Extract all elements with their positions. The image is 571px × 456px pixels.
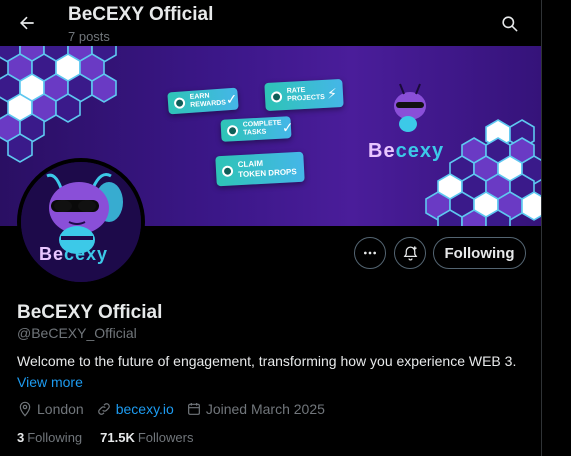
bolt-icon: ⚡ xyxy=(326,85,338,102)
brand-be: Be xyxy=(39,244,65,264)
banner-chip-claim: CLAIM TOKEN DROPS xyxy=(215,151,305,187)
location-icon xyxy=(19,401,31,417)
banner-brand-logo: Becexy xyxy=(368,140,444,163)
bee-mascot xyxy=(394,83,426,132)
coin-icon xyxy=(173,96,186,109)
joined-item: Joined March 2025 xyxy=(186,401,325,417)
following-count: 3 xyxy=(17,430,25,445)
joined-text: Joined March 2025 xyxy=(205,401,325,417)
chip-line: TOKEN DROPS xyxy=(238,167,297,180)
brand-rest: cexy xyxy=(64,244,109,264)
banner-chip-rate: RATE PROJECTS ⚡ xyxy=(264,78,344,112)
check-icon: ✓ xyxy=(281,119,294,136)
back-arrow-icon xyxy=(20,16,34,30)
website-link[interactable]: becexy.io xyxy=(116,401,174,417)
notify-bell-icon xyxy=(403,245,417,260)
banner-chip-complete: COMPLETE TASKS ✓ xyxy=(220,116,294,142)
notifications-button[interactable] xyxy=(394,237,426,269)
star-icon xyxy=(270,90,283,103)
profile-bio: Welcome to the future of engagement, tra… xyxy=(17,353,517,369)
more-icon xyxy=(364,251,376,255)
calendar-icon xyxy=(187,403,200,415)
check-icon: ✓ xyxy=(225,90,238,108)
search-icon xyxy=(501,15,517,31)
column-divider xyxy=(541,0,542,456)
profile-meta: London becexy.io Joined March 2025 xyxy=(17,401,337,417)
chip-line: PROJECTS xyxy=(287,93,326,103)
post-count: 7 posts xyxy=(68,29,110,44)
followers-count: 71.5K xyxy=(100,430,135,445)
location-text: London xyxy=(37,401,84,417)
avatar-brand-logo: Becexy xyxy=(39,244,108,265)
task-icon xyxy=(226,124,239,137)
following-label: Following xyxy=(27,430,83,445)
header-title-block: BeCEXY Official 7 posts xyxy=(68,4,213,46)
brand-rest: cexy xyxy=(395,140,445,162)
header-title: BeCEXY Official xyxy=(68,4,214,25)
search-button[interactable] xyxy=(492,6,526,40)
chip-line: REWARDS xyxy=(190,99,227,109)
profile-header: BeCEXY Official 7 posts xyxy=(0,0,541,46)
more-options-button[interactable] xyxy=(354,237,386,269)
back-button[interactable] xyxy=(10,6,44,40)
chip-line: TASKS xyxy=(243,128,267,137)
brand-be: Be xyxy=(368,140,396,162)
followers-stat[interactable]: 71.5K Followers xyxy=(100,430,193,445)
follow-stats: 3 Following 71.5K Followers xyxy=(17,430,211,445)
link-icon xyxy=(97,403,110,415)
profile-name: BeCEXY Official xyxy=(17,302,163,323)
website-item[interactable]: becexy.io xyxy=(96,401,174,417)
view-more-link[interactable]: View more xyxy=(17,374,83,390)
following-stat[interactable]: 3 Following xyxy=(17,430,82,445)
profile-avatar[interactable]: Becexy xyxy=(17,158,145,286)
followers-label: Followers xyxy=(137,430,194,445)
location-item: London xyxy=(17,401,84,417)
profile-handle: @BeCEXY_Official xyxy=(17,325,137,341)
following-button[interactable]: Following xyxy=(433,237,526,269)
token-icon xyxy=(221,164,234,177)
